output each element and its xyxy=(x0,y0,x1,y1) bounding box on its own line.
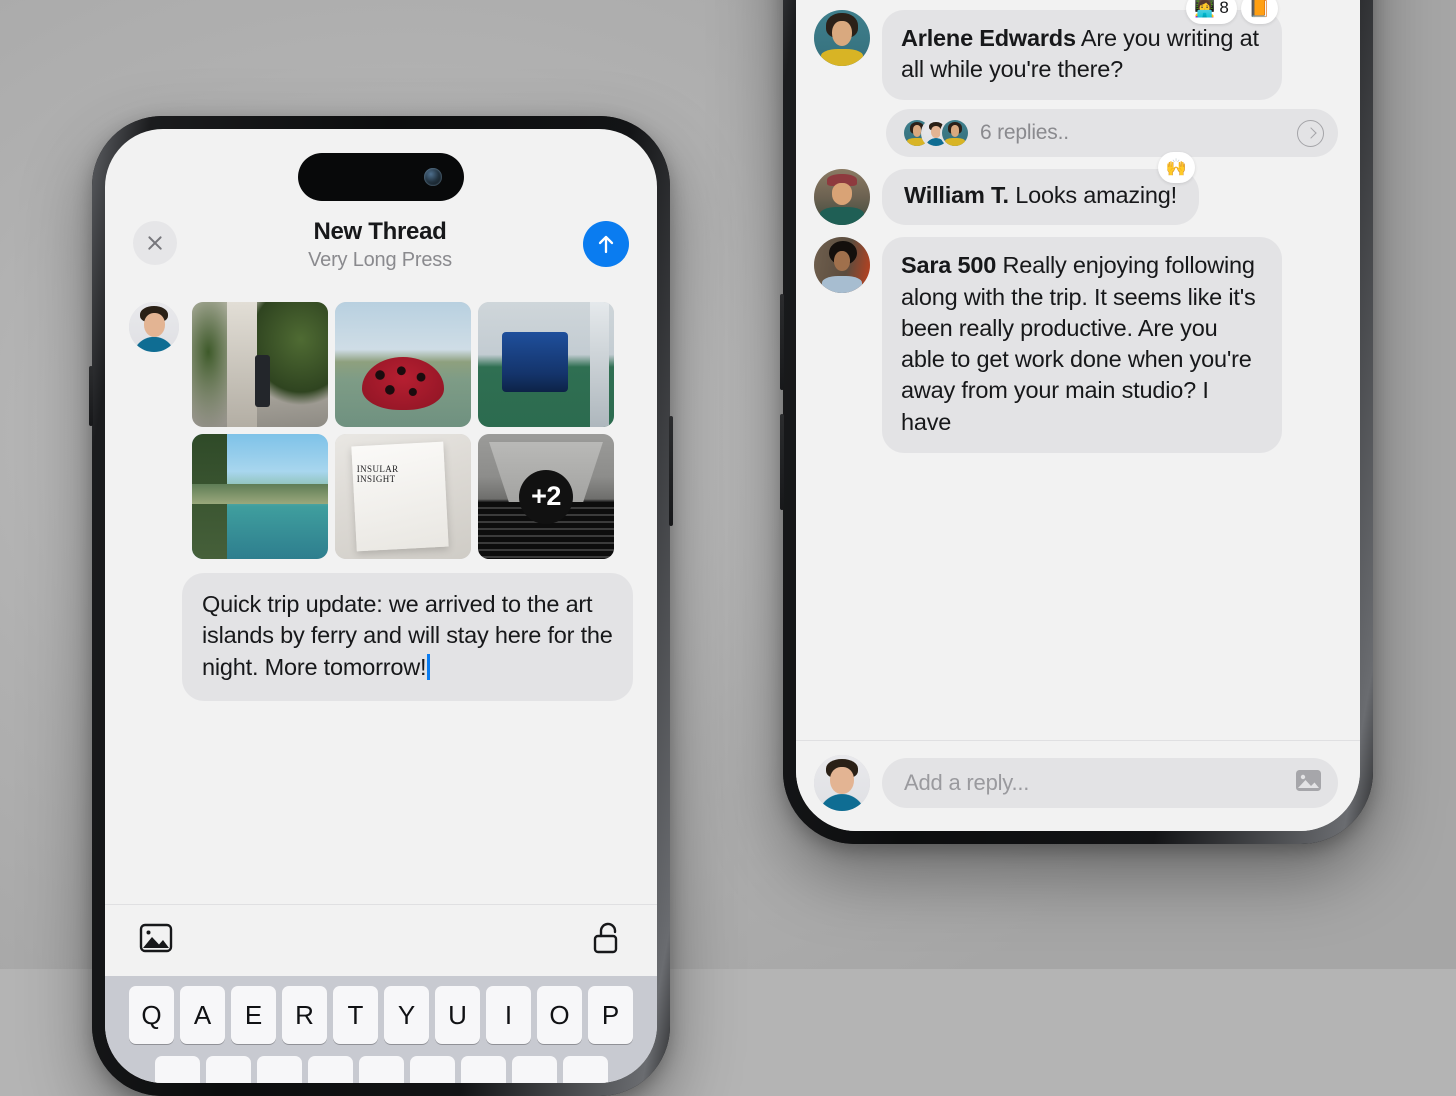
dark-interior-photo[interactable]: +2 xyxy=(478,434,614,559)
reaction-raising-hands[interactable]: 🙌 xyxy=(1157,152,1195,184)
reply-bubble[interactable]: Sara 500 Really enjoying following along… xyxy=(882,237,1282,453)
reply-author: Sara 500 xyxy=(901,252,997,279)
draft-message-text: Quick trip update: we arrived to the art… xyxy=(202,591,613,680)
key-row2[interactable] xyxy=(409,1056,455,1083)
nested-replies-label: 6 replies.. xyxy=(980,121,1069,145)
reaction-emoji: 📙 xyxy=(1248,0,1270,18)
key-row2[interactable] xyxy=(307,1056,353,1083)
book-cover-title: INSULAR INSIGHT xyxy=(356,464,399,485)
avatar-william[interactable] xyxy=(814,169,870,226)
thread-screen: Quick trip update: we arrived to the art… xyxy=(796,0,1360,831)
reply-author: William T. xyxy=(904,182,1009,209)
reaction-emoji: 🙌 xyxy=(1165,158,1187,178)
reaction-orange-book[interactable]: 📙 xyxy=(1240,0,1278,24)
close-icon[interactable] xyxy=(133,221,177,265)
compose-toolbar xyxy=(105,904,657,976)
power-button[interactable] xyxy=(669,416,673,526)
key-e[interactable]: E xyxy=(231,986,276,1044)
key-row2[interactable] xyxy=(358,1056,404,1083)
attachment-grid[interactable]: INSULAR INSIGHT +2 xyxy=(192,302,614,559)
key-q[interactable]: Q xyxy=(129,986,174,1044)
key-t[interactable]: T xyxy=(333,986,378,1044)
coastal-sea-view-photo[interactable] xyxy=(192,434,328,559)
avatar-arlene xyxy=(940,118,970,149)
reply-row[interactable]: 🙌 William T. Looks amazing! xyxy=(796,152,1360,226)
chevron-right-circle-icon[interactable] xyxy=(1297,119,1324,147)
reaction-badges[interactable]: 👩‍💻 8 📙 xyxy=(1186,0,1278,24)
reply-row[interactable]: Sara 500 Really enjoying following along… xyxy=(796,225,1360,453)
key-r[interactable]: R xyxy=(282,986,327,1044)
reaction-woman-technologist[interactable]: 👩‍💻 8 xyxy=(1186,0,1237,24)
key-row2[interactable] xyxy=(154,1056,200,1083)
reply-bubble[interactable]: 👩‍💻 8 📙 Arlene Edwards Are you writing a… xyxy=(882,0,1282,101)
blue-truck-on-ferry-photo[interactable] xyxy=(478,302,614,427)
compose-title: New Thread xyxy=(313,218,447,245)
compose-screen: New Thread Very Long Press INSULAR INSIG… xyxy=(105,129,657,1083)
reply-bubble[interactable]: 🙌 William T. Looks amazing! xyxy=(882,152,1199,225)
red-pumpkin-sculpture-photo[interactable] xyxy=(335,302,471,427)
nested-reply-avatars xyxy=(902,118,970,149)
key-i[interactable]: I xyxy=(486,986,531,1044)
key-row2[interactable] xyxy=(511,1056,557,1083)
thread-detail-phone: Quick trip update: we arrived to the art… xyxy=(780,0,1373,844)
key-row2[interactable] xyxy=(256,1056,302,1083)
reaction-count: 8 xyxy=(1219,0,1229,18)
front-camera-icon xyxy=(424,168,442,186)
avatar-self[interactable] xyxy=(814,755,870,811)
key-o[interactable]: O xyxy=(537,986,582,1044)
attachment-overflow-badge[interactable]: +2 xyxy=(519,469,573,524)
avatar-arlene[interactable] xyxy=(814,9,870,66)
reaction-emoji: 👩‍💻 xyxy=(1194,0,1216,18)
reply-row[interactable]: 👩‍💻 8 📙 Arlene Edwards Are you writing a… xyxy=(796,0,1360,101)
nested-replies-pill[interactable]: 6 replies.. xyxy=(886,109,1338,158)
compose-subtitle: Very Long Press xyxy=(308,249,452,271)
draft-body: INSULAR INSIGHT +2 Quick trip update: we… xyxy=(105,272,657,904)
image-icon[interactable] xyxy=(1295,769,1322,797)
reaction-badges[interactable]: 🙌 xyxy=(1157,152,1195,184)
reply-author: Arlene Edwards xyxy=(901,24,1076,51)
keyboard-row-1[interactable]: QAERTYUIOP xyxy=(109,986,653,1044)
reply-text: Really enjoying following along with the… xyxy=(901,252,1256,435)
page-title: New Thread Very Long Press xyxy=(177,218,583,272)
mute-switch[interactable] xyxy=(89,366,93,426)
compose-phone: New Thread Very Long Press INSULAR INSIG… xyxy=(89,116,673,1096)
reply-composer[interactable]: Add a reply... xyxy=(796,740,1360,831)
draft-message-bubble[interactable]: Quick trip update: we arrived to the art… xyxy=(182,573,633,701)
unlocked-padlock-icon[interactable] xyxy=(591,921,623,960)
send-button[interactable] xyxy=(583,221,629,267)
key-a[interactable]: A xyxy=(180,986,225,1044)
thread-scroll-area[interactable]: Quick trip update: we arrived to the art… xyxy=(796,0,1360,740)
avatar-self[interactable] xyxy=(129,302,179,352)
reply-input[interactable]: Add a reply... xyxy=(882,758,1338,808)
key-row2[interactable] xyxy=(205,1056,251,1083)
reply-placeholder: Add a reply... xyxy=(904,770,1030,795)
volume-down-button[interactable] xyxy=(780,414,784,510)
avatar-sara[interactable] xyxy=(814,237,870,294)
archway-path-photo[interactable] xyxy=(192,302,328,427)
volume-button[interactable] xyxy=(780,294,784,390)
key-y[interactable]: Y xyxy=(384,986,429,1044)
reply-text: Looks amazing! xyxy=(1008,182,1177,209)
key-row2[interactable] xyxy=(460,1056,506,1083)
on-screen-keyboard[interactable]: QAERTYUIOP xyxy=(105,976,657,1083)
key-row2[interactable] xyxy=(562,1056,608,1083)
key-p[interactable]: P xyxy=(588,986,633,1044)
key-u[interactable]: U xyxy=(435,986,480,1044)
insular-insight-book-photo[interactable]: INSULAR INSIGHT xyxy=(335,434,471,559)
draft-attachments-row: INSULAR INSIGHT +2 xyxy=(105,302,657,559)
arrow-up-icon xyxy=(583,221,629,267)
text-cursor xyxy=(427,653,431,680)
keyboard-row-2[interactable] xyxy=(109,1056,653,1083)
dynamic-island xyxy=(298,153,464,201)
image-icon[interactable] xyxy=(139,923,173,958)
